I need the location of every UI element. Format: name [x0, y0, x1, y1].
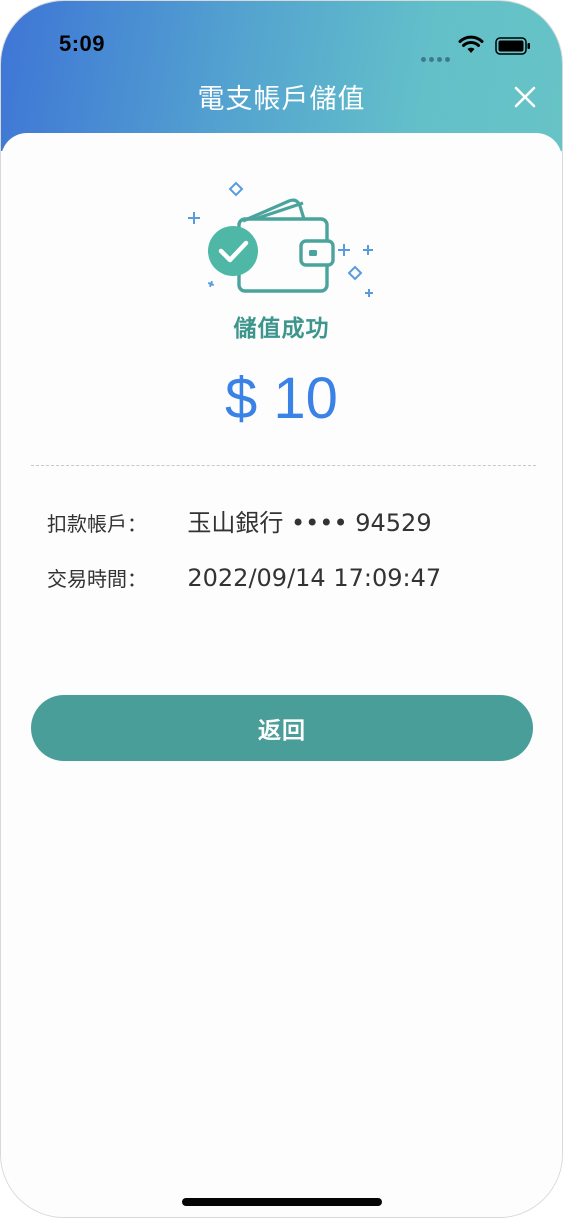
- divider: [31, 465, 536, 466]
- status-time: 5:09: [59, 31, 106, 56]
- detail-row-account: 扣款帳戶： 玉山銀行 •••• 94529: [47, 503, 432, 538]
- phone-screen: 5:09 電支帳戶儲值 儲值成功 $ 10 扣款帳戶： 玉山銀行 •••• 94…: [0, 0, 563, 1218]
- signal-dots-icon: [421, 47, 453, 66]
- detail-value: 2022/09/14 17:09:47: [187, 564, 442, 592]
- header-bar: 5:09 電支帳戶儲值: [1, 1, 562, 151]
- result-card: 儲值成功 $ 10 扣款帳戶： 玉山銀行 •••• 94529 交易時間： 20…: [1, 133, 562, 1217]
- detail-label: 扣款帳戶：: [47, 512, 147, 536]
- close-icon[interactable]: [513, 85, 537, 109]
- success-status-text: 儲值成功: [233, 316, 330, 342]
- home-indicator[interactable]: [182, 1198, 382, 1206]
- detail-label: 交易時間：: [47, 567, 147, 591]
- wallet-success-icon: [188, 181, 373, 297]
- page-title: 電支帳戶儲值: [197, 84, 366, 115]
- wifi-icon: [458, 35, 484, 53]
- detail-value: 玉山銀行 •••• 94529: [187, 509, 432, 537]
- amount-text: $ 10: [225, 366, 338, 431]
- detail-row-time: 交易時間： 2022/09/14 17:09:47: [47, 563, 441, 592]
- back-button[interactable]: 返回: [31, 695, 533, 761]
- battery-icon: [495, 37, 530, 55]
